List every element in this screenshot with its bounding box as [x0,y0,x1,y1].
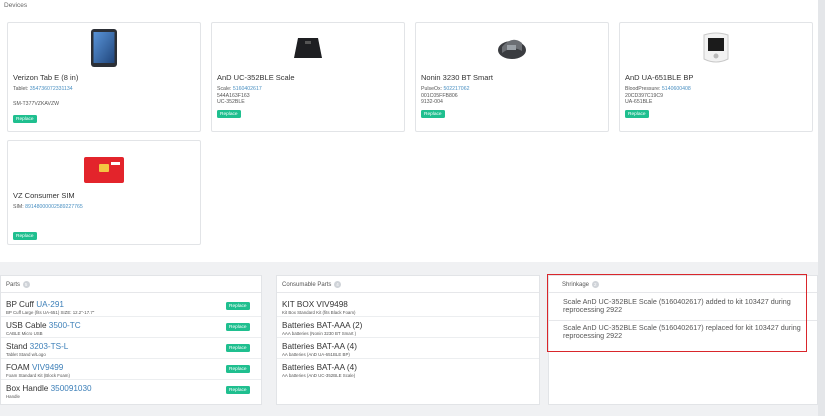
replace-button[interactable]: Replace [226,365,250,374]
table-row: USB Cable 3500-TC CABLE Micro USB Replac… [1,318,261,338]
part-name: USB Cable [6,321,49,330]
parts-panel: Parts 5 BP Cuff UA-291 BP Cuff Large (fi… [0,275,262,405]
device-type-label: Tablet: [13,86,30,92]
part-code-link[interactable]: UA-291 [36,300,64,309]
device-name: VZ Consumer SIM [13,191,75,200]
device-type-label: Scale: [217,86,233,92]
device-name: Verizon Tab E (8 in) [13,73,79,82]
part-description: CABLE Micro USB [6,330,43,336]
scale-icon [294,38,322,58]
devices-panel: Devices Verizon Tab E (8 in) Tablet: 354… [0,0,818,262]
blood-pressure-monitor-icon [703,32,729,63]
part-code-link[interactable]: 3203-TS-L [30,342,69,351]
table-row: FOAM VIV9499 Foam Standard Kit (Block Fo… [1,360,261,380]
device-serial-link[interactable]: 89148000002589227765 [25,204,83,210]
devices-title: Devices [4,2,28,9]
replace-button[interactable]: Replace [421,110,445,119]
table-row: BP Cuff UA-291 BP Cuff Large (fits UA-65… [1,297,261,317]
part-description: Handle [6,393,20,399]
scrollbar[interactable] [818,0,825,416]
part-code-link[interactable]: 3500-TC [49,321,81,330]
replace-button[interactable]: Replace [13,232,37,241]
device-name: Nonin 3230 BT Smart [421,73,493,82]
replace-button[interactable]: Replace [226,344,250,353]
consumable-description: AA batteries (AnD UC-352BLE Scale) [282,372,356,378]
consumable-name: Batteries BAT-AA (4) [282,363,357,372]
tablet-icon [91,29,117,67]
replace-button[interactable]: Replace [625,110,649,119]
list-item: Batteries BAT-AAA (2) AAA batteries (Non… [277,318,539,338]
replace-button[interactable]: Replace [226,386,250,395]
device-model: 9132-004 [421,99,443,105]
consumable-parts-panel: Consumable Parts 4 KIT BOX VIV9498 Kit B… [276,275,540,405]
replace-button[interactable]: Replace [13,115,37,124]
replace-button[interactable]: Replace [217,110,241,119]
consumable-name: KIT BOX VIV9498 [282,300,348,309]
part-code-link[interactable]: VIV9499 [32,363,63,372]
part-description: BP Cuff Large (fits UA-651) SIZE: 12.2"-… [6,309,95,315]
device-mac: 20CD397C19C9 [625,92,664,99]
consumable-description: AAA batteries (Nonin 3230 BT Smart ) [282,330,357,336]
device-model: UC-352BLE [217,99,245,105]
parts-title: Parts 5 [6,281,30,288]
table-row: Box Handle 350091030 Handle Replace [1,381,261,401]
device-card-pulseox: Nonin 3230 BT Smart PulseOx: 502217062 0… [415,22,609,132]
part-name: FOAM [6,363,32,372]
device-card-bp: AnD UA-651BLE BP BloodPressure: 51406004… [619,22,813,132]
device-type-label: PulseOx: [421,86,444,92]
list-item: Batteries BAT-AA (4) AA batteries (AnD U… [277,339,539,359]
replace-button[interactable]: Replace [226,323,250,332]
device-type-label: SIM: [13,204,26,210]
device-serial-link[interactable]: 5140600408 [662,86,691,92]
list-item: KIT BOX VIV9498 Kit Box Standard Kit (fi… [277,297,539,317]
device-mac: 544A163F163 [217,92,250,99]
parts-count-badge: 5 [22,281,30,288]
list-item: Batteries BAT-AA (4) AA batteries (AnD U… [277,360,539,380]
part-description: Foam Standard Kit (Block Foam) [6,372,70,378]
table-row: Stand 3203-TS-L Tablet Stand w/Logo Repl… [1,339,261,359]
device-name: AnD UC-352BLE Scale [217,73,295,82]
consumable-parts-title: Consumable Parts 4 [282,281,342,288]
device-mac: 001C05FFB806 [421,92,458,99]
part-description: Tablet Stand w/Logo [6,351,46,357]
device-serial-link[interactable]: 502217062 [444,86,470,92]
part-name: Stand [6,342,30,351]
consumable-description: AA batteries (AnD UA-651BLE BP) [282,351,350,357]
device-card-scale: AnD UC-352BLE Scale Scale: 5160402617 54… [211,22,405,132]
pulse-oximeter-icon [498,39,526,59]
highlight-box [547,274,807,352]
device-model: UA-651BLE [625,99,653,105]
replace-button[interactable]: Replace [226,302,250,311]
consumable-count-badge: 4 [334,281,342,288]
sim-card-icon [84,157,124,183]
device-type-label: BloodPressure: [625,86,662,92]
part-name: BP Cuff [6,300,37,309]
consumable-name: Batteries BAT-AA (4) [282,342,357,351]
device-serial-link[interactable]: 354736072331134 [30,86,73,92]
device-name: AnD UA-651BLE BP [625,73,694,82]
consumable-name: Batteries BAT-AAA (2) [282,321,363,330]
part-code-link[interactable]: 350091030 [51,384,92,393]
device-model: SM-T377VZKAVZW [13,101,60,107]
device-serial-link[interactable]: 5160402617 [233,86,262,92]
device-card-sim: VZ Consumer SIM SIM: 8914800000258922776… [7,140,201,245]
part-name: Box Handle [6,384,51,393]
consumable-description: Kit Box Standard Kit (fits Black Foam) [282,309,356,315]
device-card-tablet: Verizon Tab E (8 in) Tablet: 35473607233… [7,22,201,132]
